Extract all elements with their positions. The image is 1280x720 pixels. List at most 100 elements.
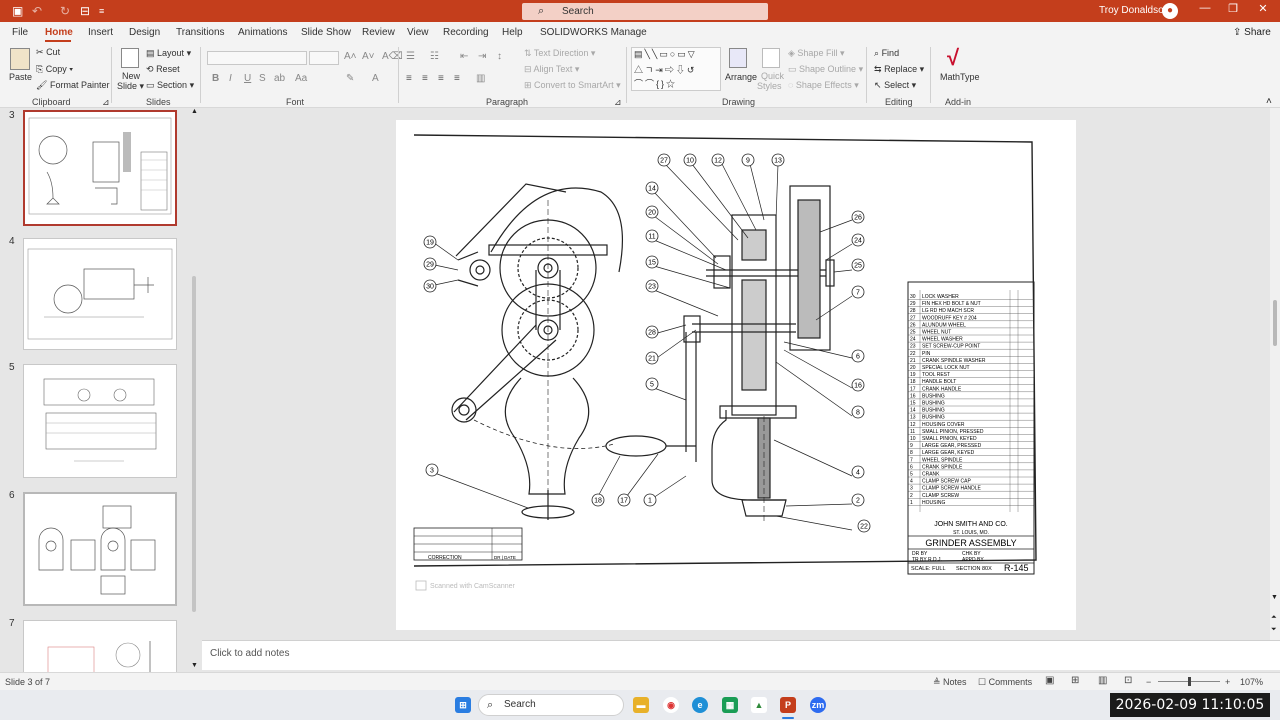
styles-label[interactable]: Styles <box>757 81 782 91</box>
italic-icon[interactable]: I <box>229 73 232 84</box>
edge-icon[interactable]: e <box>692 697 708 713</box>
slide-thumbnail-3[interactable] <box>23 110 177 226</box>
powerpoint-icon[interactable]: P <box>780 697 796 713</box>
decrease-indent-icon[interactable]: ⇤ <box>460 51 468 62</box>
cut-button[interactable]: ✂ Cut <box>36 47 60 58</box>
tab-review[interactable]: Review <box>362 27 395 38</box>
share-button[interactable]: ⇪ Share <box>1233 27 1271 38</box>
present-icon[interactable]: ⊟ <box>80 3 90 19</box>
shape-fill-button[interactable]: ◈ Shape Fill ▾ <box>788 48 844 59</box>
tab-help[interactable]: Help <box>502 27 523 38</box>
shape-row-1[interactable]: ▤╲╲▭○▭▽ <box>634 49 697 60</box>
scroll-up-icon[interactable]: ▲ <box>191 108 198 115</box>
arrange-icon[interactable] <box>729 48 747 68</box>
zoom-out-icon[interactable]: − <box>1146 677 1151 687</box>
tab-recording[interactable]: Recording <box>443 27 489 38</box>
scroll-down-icon[interactable]: ▼ <box>1271 594 1278 601</box>
customize-toolbar-icon[interactable]: ≡ <box>99 3 104 19</box>
align-text-button[interactable]: ⊟ Align Text ▾ <box>524 64 579 75</box>
line-spacing-icon[interactable]: ↕ <box>497 51 502 62</box>
find-button[interactable]: ⌕ Find <box>874 48 899 59</box>
mathtype-icon[interactable]: √ <box>947 45 959 71</box>
taskbar-search[interactable]: ⌕ Search <box>478 694 624 716</box>
shape-row-3[interactable]: ⌒⌒{}☆ <box>634 77 677 90</box>
thumbnail-scrollbar[interactable]: ▲ ▼ <box>189 108 200 672</box>
quick-styles-button[interactable]: Quick <box>761 71 784 81</box>
convert-smartart-button[interactable]: ⊞ Convert to SmartArt ▾ <box>524 80 621 91</box>
shape-effects-button[interactable]: ◌ Shape Effects ▾ <box>788 80 859 91</box>
tab-design[interactable]: Design <box>129 27 160 38</box>
slide-sorter-icon[interactable]: ⊞ <box>1071 675 1079 686</box>
font-size-dropdown[interactable] <box>309 51 339 65</box>
paragraph-dialog-icon[interactable]: ⊿ <box>614 97 622 108</box>
reset-button[interactable]: ⟲ Reset <box>146 64 180 75</box>
user-name[interactable]: Troy Donaldson <box>1099 5 1169 16</box>
clipboard-dialog-icon[interactable]: ⊿ <box>102 97 110 108</box>
layout-button[interactable]: ▤ Layout ▾ <box>146 48 191 59</box>
close-icon[interactable]: ✕ <box>1252 2 1274 15</box>
quick-styles-icon[interactable] <box>762 48 780 68</box>
columns-icon[interactable]: ▥ <box>476 73 485 84</box>
redo-icon[interactable]: ↻ <box>60 3 70 19</box>
scrollbar-thumb[interactable] <box>192 276 196 612</box>
reading-view-icon[interactable]: ▥ <box>1098 675 1107 686</box>
char-spacing-icon[interactable]: ab <box>274 73 285 84</box>
undo-icon[interactable]: ↶ <box>32 3 42 19</box>
tab-solidworks-manage[interactable]: SOLIDWORKS Manage <box>540 27 647 38</box>
tab-transitions[interactable]: Transitions <box>176 27 225 38</box>
search-box[interactable]: ⌕ Search <box>522 3 768 20</box>
font-name-dropdown[interactable] <box>207 51 307 65</box>
increase-font-icon[interactable]: A˄ <box>344 51 357 62</box>
notes-toggle-button[interactable]: ≜ Notes <box>933 677 967 688</box>
numbering-icon[interactable]: ☷ <box>430 51 439 62</box>
increase-indent-icon[interactable]: ⇥ <box>478 51 486 62</box>
align-right-icon[interactable]: ≡ <box>438 73 444 84</box>
slide-thumbnail-4[interactable] <box>23 238 177 350</box>
align-left-icon[interactable]: ≡ <box>406 73 412 84</box>
slide-thumbnail-7[interactable] <box>23 620 177 672</box>
justify-icon[interactable]: ≡ <box>454 73 460 84</box>
avatar-icon[interactable]: ● <box>1162 3 1178 19</box>
replace-button[interactable]: ⇆ Replace ▾ <box>874 64 924 75</box>
paste-icon[interactable] <box>10 48 30 70</box>
strikethrough-icon[interactable]: S <box>259 73 266 84</box>
minimize-icon[interactable]: — <box>1194 2 1216 14</box>
slideshow-view-icon[interactable]: ⊡ <box>1124 675 1132 686</box>
mathtype-button[interactable]: MathType <box>940 72 980 82</box>
next-slide-icon[interactable]: ⏷ <box>1271 626 1277 634</box>
notes-pane[interactable]: Click to add notes <box>202 640 1280 670</box>
clear-formatting-icon[interactable]: A⌫ <box>382 51 403 62</box>
normal-view-icon[interactable]: ▣ <box>1045 675 1054 686</box>
decrease-font-icon[interactable]: A˅ <box>362 51 375 62</box>
comments-toggle-button[interactable]: ☐ Comments <box>978 677 1032 688</box>
previous-slide-icon[interactable]: ⏶ <box>1271 614 1277 622</box>
sheets-app-icon[interactable]: ▦ <box>722 697 738 713</box>
new-slide-label2[interactable]: Slide ▾ <box>117 81 144 92</box>
tab-file[interactable]: File <box>12 27 28 38</box>
select-button[interactable]: ↖ Select ▾ <box>874 80 916 91</box>
restore-icon[interactable]: ❐ <box>1222 2 1244 15</box>
zoom-slider-thumb[interactable] <box>1188 677 1191 686</box>
arrange-button[interactable]: Arrange <box>725 72 757 82</box>
paste-button[interactable]: Paste <box>9 72 32 82</box>
scroll-down-icon[interactable]: ▼ <box>191 662 198 669</box>
slide-scrollbar[interactable]: ▼ ⏶ ⏷ <box>1270 108 1280 640</box>
tab-view[interactable]: View <box>407 27 429 38</box>
bullets-icon[interactable]: ☰ <box>406 51 415 62</box>
slide-thumbnail-5[interactable] <box>23 364 177 478</box>
slide-thumbnail-6[interactable] <box>23 492 177 606</box>
font-color-icon[interactable]: A <box>372 73 379 84</box>
section-button[interactable]: ▭ Section ▾ <box>146 80 194 91</box>
bold-icon[interactable]: B <box>212 73 219 84</box>
tab-home[interactable]: Home <box>45 27 73 38</box>
text-direction-button[interactable]: ⇅ Text Direction ▾ <box>524 48 595 59</box>
scrollbar-thumb[interactable] <box>1273 300 1277 346</box>
underline-icon[interactable]: U <box>244 73 251 84</box>
zoom-app-icon[interactable]: zm <box>810 697 826 713</box>
current-slide[interactable]: 27 10 12 9 13 14 20 11 15 23 28 21 5 19 29 30 3 18 17 1 26 24… <box>396 120 1076 630</box>
new-slide-button[interactable]: New <box>122 71 140 81</box>
shape-outline-button[interactable]: ▭ Shape Outline ▾ <box>788 64 863 75</box>
triangle-app-icon[interactable]: ▲ <box>751 697 767 713</box>
collapse-ribbon-icon[interactable]: ˄ <box>1266 96 1272 107</box>
shapes-gallery[interactable]: ▤╲╲▭○▭▽ △ㄱ⇥⇨⇩↺ ⌒⌒{}☆ <box>631 47 721 91</box>
